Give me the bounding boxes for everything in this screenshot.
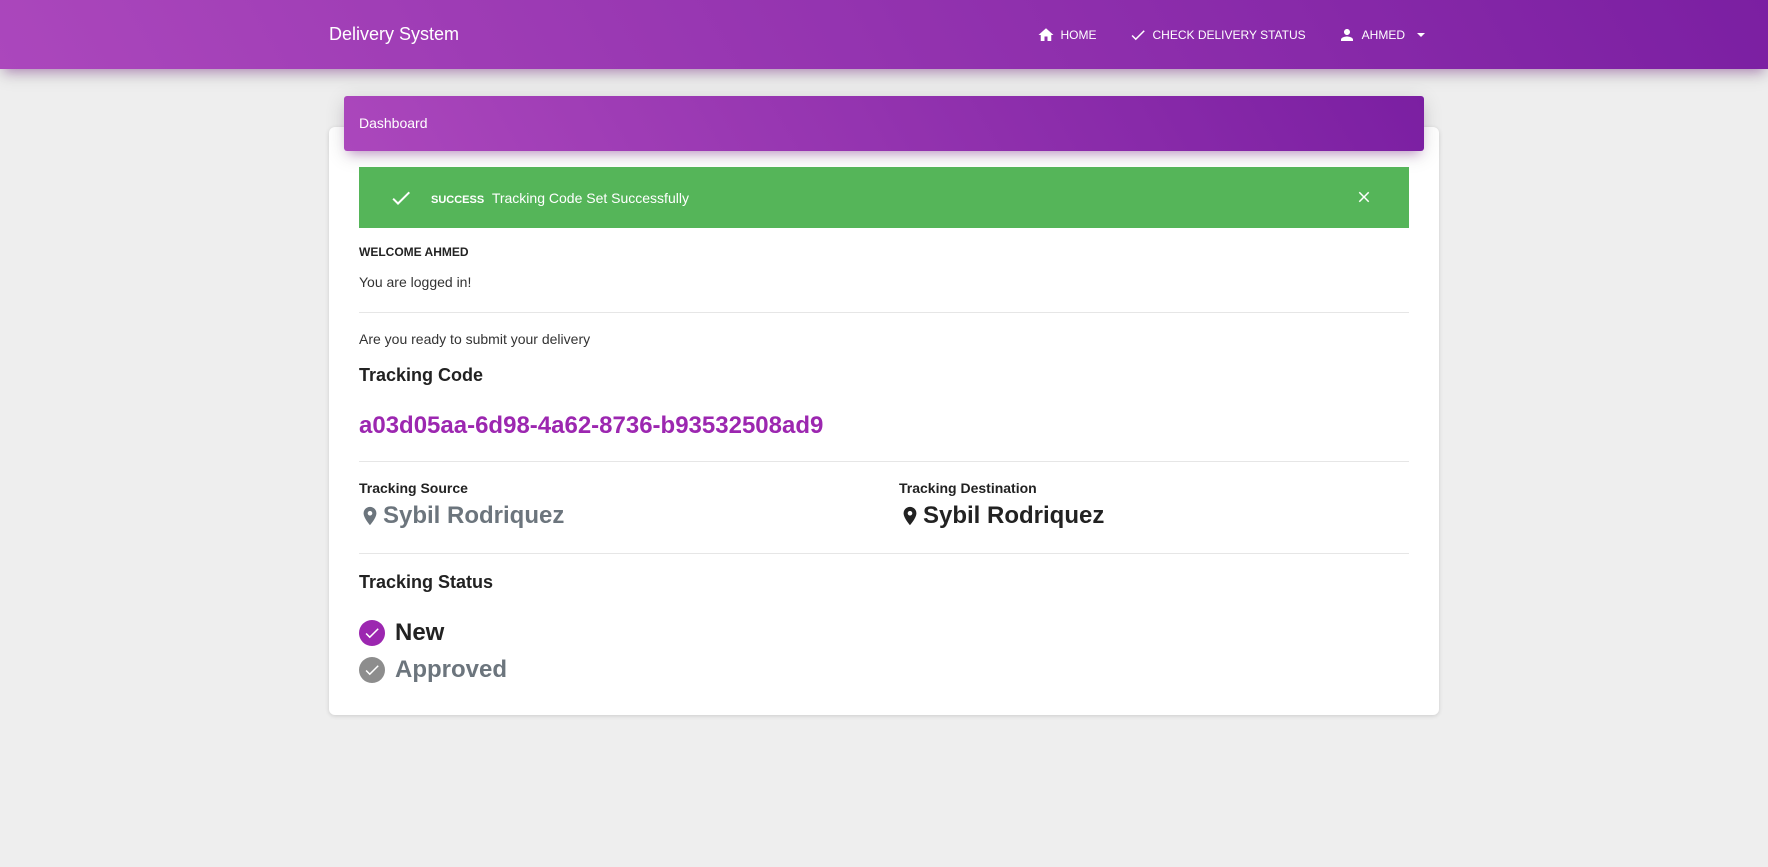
check-icon [1131, 29, 1145, 40]
caret-down-icon [1417, 32, 1425, 37]
tracking-destination-value: Sybil Rodriquez [899, 502, 1104, 530]
ready-prompt: Are you ready to submit your delivery [359, 331, 591, 347]
brand-title[interactable]: Delivery System [329, 0, 459, 69]
location-pin-icon [363, 506, 377, 526]
nav-check-status-link[interactable]: CHECK DELIVERY STATUS [1129, 26, 1306, 44]
welcome-heading: WELCOME AHMED [359, 245, 469, 259]
status-step-new: New [359, 619, 444, 647]
nav-check-status-label: CHECK DELIVERY STATUS [1152, 27, 1306, 42]
top-navbar: Delivery System HOME CHECK DELIVERY STAT… [0, 0, 1768, 69]
divider [359, 312, 1409, 313]
card-header-title: Dashboard [344, 96, 1424, 151]
person-icon [1340, 28, 1353, 41]
check-icon [392, 191, 410, 205]
close-icon [1358, 191, 1370, 203]
home-icon [1038, 27, 1053, 41]
success-alert: SUCCESS Tracking Code Set Successfully [359, 167, 1409, 228]
status-label: New [395, 619, 445, 646]
logged-in-text: You are logged in! [359, 274, 472, 290]
check-circle-icon [359, 657, 385, 683]
tracking-source-label: Tracking Source [359, 480, 468, 496]
alert-message-wrap: SUCCESS Tracking Code Set Successfully [431, 190, 689, 206]
user-menu-dropdown[interactable]: AHMED [1338, 26, 1425, 44]
location-pin-icon [903, 506, 917, 526]
alert-close-button[interactable] [1355, 188, 1373, 206]
check-circle-icon [359, 620, 385, 646]
tracking-destination-label: Tracking Destination [899, 480, 1037, 496]
divider [359, 461, 1409, 462]
tracking-code-value: a03d05aa-6d98-4a62-8736-b93532508ad9 [359, 412, 824, 439]
tracking-source-value: Sybil Rodriquez [359, 502, 564, 530]
user-menu-label: AHMED [1361, 27, 1405, 42]
divider [359, 553, 1409, 554]
alert-message: Tracking Code Set Successfully [491, 189, 689, 206]
nav-home-label: HOME [1060, 27, 1097, 42]
source-name: Sybil Rodriquez [383, 502, 565, 529]
tracking-code-label: Tracking Code [359, 365, 484, 385]
status-step-approved: Approved [359, 656, 507, 684]
destination-name: Sybil Rodriquez [923, 502, 1105, 529]
nav-links: HOME CHECK DELIVERY STATUS AHMED [1005, 0, 1425, 69]
alert-type-label: SUCCESS [431, 193, 485, 206]
status-label: Approved [395, 656, 508, 683]
tracking-status-label: Tracking Status [359, 572, 494, 592]
nav-home-link[interactable]: HOME [1037, 26, 1097, 44]
